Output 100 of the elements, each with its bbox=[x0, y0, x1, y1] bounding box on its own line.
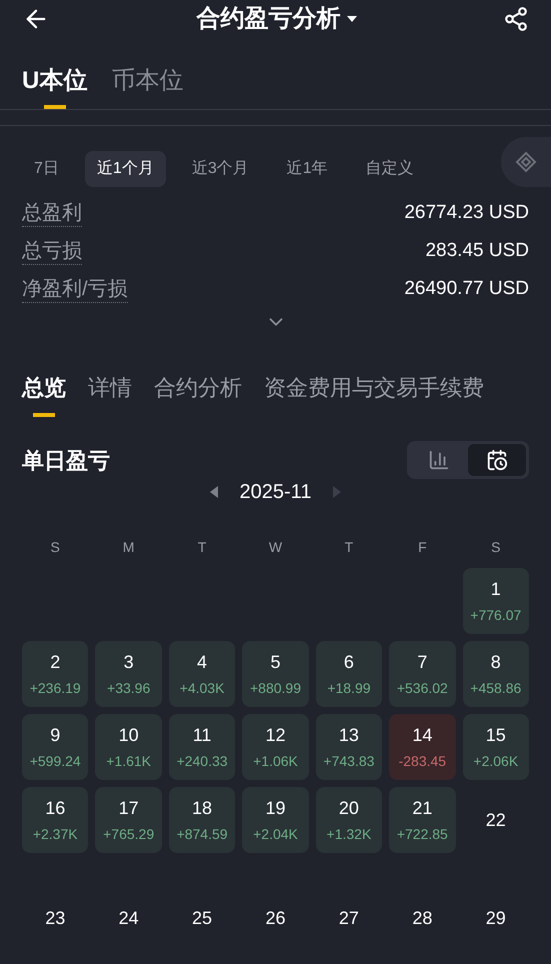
weekday-label: S bbox=[50, 538, 61, 557]
section-tab[interactable]: 资金费用与交易手续费 bbox=[264, 367, 484, 417]
day-number: 7 bbox=[417, 651, 428, 674]
weekday-label: W bbox=[268, 538, 284, 557]
day-cell[interactable]: 1 +776.07 bbox=[462, 568, 529, 634]
summary-label[interactable]: 总亏损 bbox=[22, 238, 82, 265]
period-chip[interactable]: 近1年 bbox=[274, 151, 340, 187]
day-number: 13 bbox=[338, 724, 359, 747]
day-number: 26 bbox=[265, 907, 286, 930]
day-cell[interactable]: 21 +722.85 bbox=[389, 787, 456, 853]
day-number: 22 bbox=[486, 808, 506, 832]
day-cell[interactable]: 23 bbox=[22, 860, 88, 932]
day-number: 6 bbox=[344, 651, 354, 674]
section-tab[interactable]: 总览 bbox=[22, 367, 66, 417]
caret-icon bbox=[346, 16, 356, 22]
day-number: 4 bbox=[197, 651, 208, 674]
day-pnl: +1.32K bbox=[326, 825, 372, 844]
day-cell[interactable]: 29 bbox=[462, 860, 529, 932]
day-number: 24 bbox=[118, 907, 139, 930]
title-dropdown[interactable]: 合约盈亏分析 bbox=[196, 1, 356, 37]
day-pnl: +874.59 bbox=[176, 825, 228, 844]
day-number: 11 bbox=[192, 724, 212, 747]
day-pnl: +33.96 bbox=[107, 679, 150, 698]
day-pnl: +599.24 bbox=[30, 752, 81, 771]
day-number: 19 bbox=[265, 797, 286, 820]
period-chip[interactable]: 近3个月 bbox=[180, 151, 261, 187]
day-cell[interactable]: 19 +2.04K bbox=[242, 787, 309, 853]
prev-month-icon[interactable] bbox=[210, 486, 218, 498]
day-pnl: +1.06K bbox=[253, 752, 298, 771]
day-cell[interactable]: 26 bbox=[242, 860, 309, 932]
calendar-view-button[interactable] bbox=[468, 444, 526, 476]
period-chip[interactable]: 近1个月 bbox=[84, 151, 166, 187]
currency-tab[interactable]: 币本位 bbox=[111, 60, 184, 109]
summary-value: 283.45 USD bbox=[425, 238, 529, 262]
day-pnl: +536.02 bbox=[396, 679, 448, 698]
day-cell[interactable]: 28 bbox=[389, 860, 456, 932]
floating-tab[interactable] bbox=[501, 137, 551, 187]
weekday-label: S bbox=[490, 538, 502, 557]
day-cell[interactable]: 24 bbox=[95, 860, 162, 932]
day-cell[interactable]: 20 +1.32K bbox=[316, 787, 382, 853]
section-tab[interactable]: 合约分析 bbox=[154, 367, 242, 417]
day-cell[interactable]: 12 +1.06K bbox=[242, 714, 309, 780]
weekday-label: F bbox=[417, 538, 428, 557]
weekday-label: T bbox=[196, 538, 208, 557]
day-cell[interactable]: 10 +1.61K bbox=[95, 714, 162, 780]
day-number: 3 bbox=[124, 651, 134, 674]
day-pnl: +765.29 bbox=[103, 825, 154, 844]
day-cell[interactable]: 11 +240.33 bbox=[168, 714, 236, 780]
day-cell[interactable]: 16 +2.37K bbox=[22, 787, 88, 853]
day-pnl: +236.19 bbox=[30, 679, 81, 698]
day-number: 10 bbox=[118, 724, 139, 747]
day-number: 16 bbox=[45, 797, 66, 820]
summary-label[interactable]: 净盈利/亏损 bbox=[22, 276, 128, 303]
day-number: 15 bbox=[486, 724, 506, 747]
day-number: 14 bbox=[412, 724, 432, 747]
day-number: 27 bbox=[338, 907, 359, 930]
calendar-clock-icon bbox=[486, 449, 508, 471]
day-cell[interactable]: 15 +2.06K bbox=[462, 714, 529, 780]
day-cell[interactable]: 5 +880.99 bbox=[242, 641, 309, 707]
day-number: 9 bbox=[50, 724, 60, 747]
day-cell[interactable]: 6 +18.99 bbox=[316, 641, 382, 707]
day-cell[interactable]: 2 +236.19 bbox=[22, 641, 88, 707]
day-cell[interactable]: 22 bbox=[462, 787, 529, 853]
summary-label[interactable]: 总盈利 bbox=[22, 200, 82, 227]
month-label: 2025-11 bbox=[240, 480, 312, 505]
summary-value: 26490.77 USD bbox=[404, 276, 529, 300]
day-number: 8 bbox=[490, 651, 501, 674]
day-number: 29 bbox=[486, 907, 506, 930]
weekday-label: M bbox=[122, 538, 136, 557]
section-tab[interactable]: 详情 bbox=[88, 367, 132, 417]
day-cell[interactable]: 3 +33.96 bbox=[95, 641, 162, 707]
day-cell[interactable]: 25 bbox=[168, 860, 236, 932]
weekday-label: T bbox=[344, 538, 354, 557]
currency-tab[interactable]: U本位 bbox=[22, 60, 88, 109]
day-cell[interactable]: 13 +743.83 bbox=[316, 714, 382, 780]
day-cell[interactable]: 27 bbox=[316, 860, 382, 932]
day-cell[interactable]: 7 +536.02 bbox=[389, 641, 456, 707]
day-cell[interactable]: 18 +874.59 bbox=[168, 787, 236, 853]
day-number: 28 bbox=[412, 907, 432, 930]
day-cell[interactable]: 4 +4.03K bbox=[168, 641, 236, 707]
day-cell[interactable]: 9 +599.24 bbox=[22, 714, 88, 780]
day-pnl: +722.85 bbox=[396, 825, 448, 844]
day-number: 20 bbox=[338, 797, 359, 820]
day-number: 5 bbox=[270, 651, 280, 674]
day-number: 12 bbox=[265, 724, 286, 747]
day-number: 25 bbox=[192, 907, 212, 930]
day-cell[interactable]: 8 +458.86 bbox=[462, 641, 529, 707]
period-chip[interactable]: 7日 bbox=[22, 151, 71, 187]
day-pnl: +2.37K bbox=[32, 825, 78, 844]
day-pnl: +18.99 bbox=[327, 679, 371, 698]
period-chip[interactable]: 自定义 bbox=[354, 151, 426, 187]
day-pnl: +240.33 bbox=[176, 752, 228, 771]
day-pnl: +743.83 bbox=[323, 752, 374, 771]
day-number: 18 bbox=[192, 797, 212, 820]
day-pnl: +880.99 bbox=[250, 679, 301, 698]
day-number: 21 bbox=[412, 797, 432, 820]
share-icon[interactable] bbox=[503, 6, 529, 32]
day-pnl: +458.86 bbox=[470, 679, 522, 698]
day-cell[interactable]: 14 -283.45 bbox=[389, 714, 456, 780]
day-cell[interactable]: 17 +765.29 bbox=[95, 787, 162, 853]
